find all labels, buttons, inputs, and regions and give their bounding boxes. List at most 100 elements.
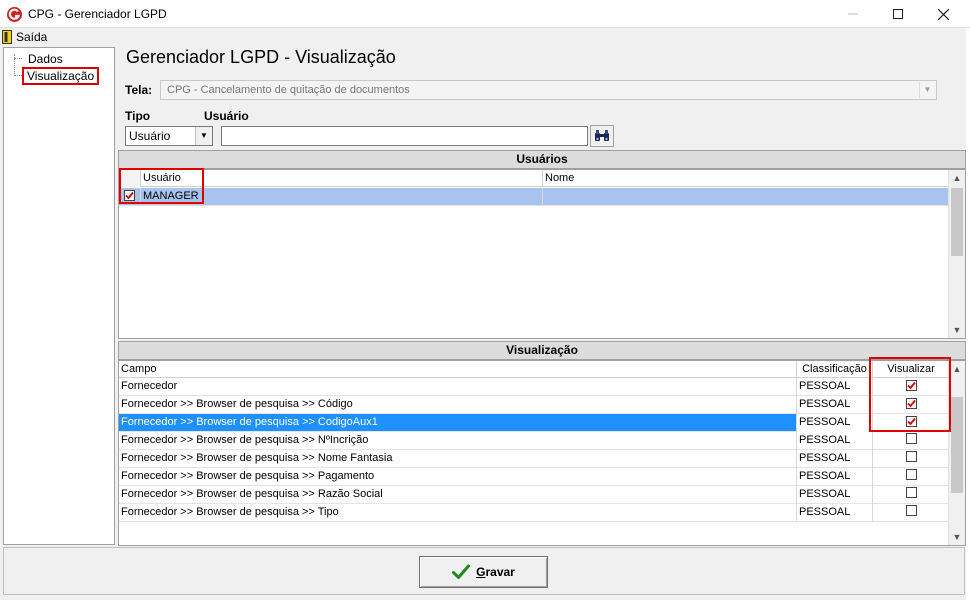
visualizacao-scrollbar[interactable]: ▲ ▼: [948, 361, 965, 545]
row-checkbox-cell[interactable]: [119, 188, 141, 206]
scroll-down-icon[interactable]: ▼: [949, 529, 965, 545]
checkmark-icon: [125, 191, 134, 200]
close-icon: [937, 8, 949, 20]
campo-cell: Fornecedor >> Browser de pesquisa >> Cód…: [119, 396, 797, 414]
table-row[interactable]: Fornecedor >> Browser de pesquisa >> NºI…: [119, 432, 949, 450]
scroll-thumb[interactable]: [951, 188, 963, 256]
checkmark-icon: [452, 564, 471, 579]
classificacao-cell: PESSOAL: [797, 450, 873, 468]
title-bar: CPG - Gerenciador LGPD: [0, 0, 970, 28]
tipo-select[interactable]: Usuário ▼: [125, 126, 213, 146]
column-header-campo[interactable]: Campo: [119, 361, 797, 378]
nome-cell: [543, 188, 949, 206]
classificacao-cell: PESSOAL: [797, 504, 873, 522]
window-title: CPG - Gerenciador LGPD: [28, 7, 167, 21]
classificacao-cell: PESSOAL: [797, 396, 873, 414]
table-row[interactable]: Fornecedor >> Browser de pesquisa >> Cód…: [119, 396, 949, 414]
classificacao-cell: PESSOAL: [797, 432, 873, 450]
sidebar-item-visualizacao[interactable]: Visualização: [22, 67, 100, 85]
classificacao-cell: PESSOAL: [797, 486, 873, 504]
classificacao-cell: PESSOAL: [797, 468, 873, 486]
campo-cell: Fornecedor >> Browser de pesquisa >> Cod…: [119, 414, 797, 432]
sidebar-tree: Dados Visualização: [3, 47, 115, 545]
visualizar-checkbox[interactable]: [905, 487, 917, 498]
usuario-cell: MANAGER: [141, 188, 543, 206]
chevron-down-icon: ▼: [195, 127, 212, 145]
visualizar-checkbox[interactable]: [905, 416, 917, 427]
table-row[interactable]: Fornecedor >> Browser de pesquisa >> Tip…: [119, 504, 949, 522]
visualizar-checkbox[interactable]: [905, 433, 917, 444]
scroll-up-icon[interactable]: ▲: [949, 361, 965, 377]
campo-cell: Fornecedor >> Browser de pesquisa >> NºI…: [119, 432, 797, 450]
scroll-up-icon[interactable]: ▲: [949, 170, 965, 186]
visualizar-checkbox[interactable]: [905, 505, 917, 516]
visualizar-checkbox[interactable]: [905, 469, 917, 480]
checkmark-icon: [906, 399, 916, 408]
menu-saida-label: Saída: [16, 30, 48, 44]
campo-cell: Fornecedor >> Browser de pesquisa >> Tip…: [119, 504, 797, 522]
visualizacao-grid: Campo Classificação Visualizar Fornecedo…: [118, 360, 966, 546]
usuarios-section-header: Usuários: [118, 150, 966, 169]
column-header-usuario[interactable]: Usuário: [141, 170, 543, 187]
page-title: Gerenciador LGPD - Visualização: [126, 47, 396, 67]
visualizar-cell: [873, 468, 949, 486]
visualizar-cell: [873, 396, 949, 414]
gravar-button[interactable]: Gravar: [419, 556, 548, 588]
campo-cell: Fornecedor >> Browser de pesquisa >> Nom…: [119, 450, 797, 468]
visualizar-cell: [873, 414, 949, 432]
table-row[interactable]: MANAGER: [119, 188, 949, 206]
usuarios-grid: Usuário Nome MANAGER ▲ ▼: [118, 169, 966, 339]
tipo-value: Usuário: [129, 129, 171, 143]
app-logo-icon: [7, 7, 22, 22]
column-header-nome[interactable]: Nome: [543, 170, 949, 187]
sidebar-item-dados[interactable]: Dados: [26, 52, 65, 66]
tree-connector: [14, 75, 22, 76]
minimize-button[interactable]: [830, 0, 876, 28]
maximize-button[interactable]: [875, 0, 921, 28]
visualizar-cell: [873, 378, 949, 396]
menu-item-saida[interactable]: Saída: [2, 29, 47, 45]
maximize-icon: [893, 9, 903, 19]
table-row[interactable]: Fornecedor >> Browser de pesquisa >> Nom…: [119, 450, 949, 468]
menu-bar: Saída: [0, 28, 970, 46]
search-user-button[interactable]: [590, 125, 614, 147]
scroll-down-icon[interactable]: ▼: [949, 322, 965, 338]
usuario-input[interactable]: [221, 126, 588, 146]
tela-label: Tela:: [125, 83, 153, 97]
checkmark-icon: [906, 417, 916, 426]
campo-cell: Fornecedor >> Browser de pesquisa >> Pag…: [119, 468, 797, 486]
campo-cell: Fornecedor >> Browser de pesquisa >> Raz…: [119, 486, 797, 504]
usuario-label: Usuário: [204, 109, 249, 123]
visualizar-checkbox[interactable]: [905, 380, 917, 391]
visualizar-cell: [873, 432, 949, 450]
visualizacao-grid-header: Campo Classificação Visualizar: [119, 361, 949, 378]
visualizar-cell: [873, 486, 949, 504]
table-row[interactable]: Fornecedor PESSOAL: [119, 378, 949, 396]
binoculars-icon: [595, 130, 609, 141]
checkbox[interactable]: [124, 190, 135, 201]
table-row[interactable]: Fornecedor >> Browser de pesquisa >> Raz…: [119, 486, 949, 504]
campo-cell: Fornecedor: [119, 378, 797, 396]
tela-combobox[interactable]: CPG - Cancelamento de quitação de docume…: [160, 80, 937, 100]
scroll-thumb[interactable]: [951, 397, 963, 493]
gravar-label: Gravar: [476, 565, 515, 579]
background-window-edge: [966, 28, 970, 600]
tela-value: CPG - Cancelamento de quitação de docume…: [167, 84, 410, 96]
usuarios-grid-header: Usuário Nome: [119, 170, 949, 187]
column-header-visualizar[interactable]: Visualizar: [873, 361, 949, 378]
visualizar-checkbox[interactable]: [905, 451, 917, 462]
table-row[interactable]: Fornecedor >> Browser de pesquisa >> Cod…: [119, 414, 949, 432]
exit-door-icon: [2, 30, 12, 44]
visualizar-cell: [873, 450, 949, 468]
chevron-down-icon: ▼: [919, 82, 935, 98]
close-button[interactable]: [920, 0, 966, 28]
tree-connector: [14, 58, 22, 59]
classificacao-cell: PESSOAL: [797, 414, 873, 432]
visualizacao-section-header: Visualização: [118, 341, 966, 360]
tipo-label: Tipo: [125, 109, 151, 123]
table-row[interactable]: Fornecedor >> Browser de pesquisa >> Pag…: [119, 468, 949, 486]
column-header-classificacao[interactable]: Classificação: [797, 361, 873, 378]
checkmark-icon: [906, 381, 916, 390]
usuarios-scrollbar[interactable]: ▲ ▼: [948, 170, 965, 338]
visualizar-checkbox[interactable]: [905, 398, 917, 409]
